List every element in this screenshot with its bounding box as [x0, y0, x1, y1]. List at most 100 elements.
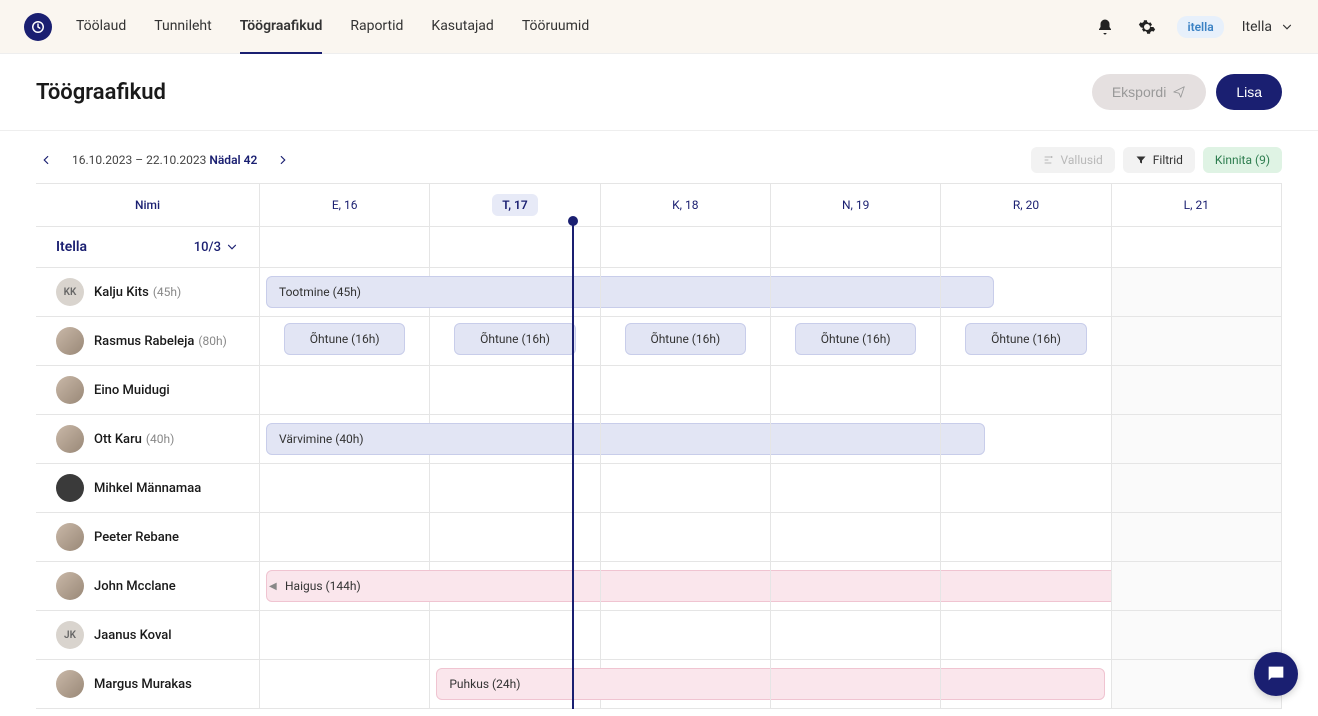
person-name-cell[interactable]: Eino Muidugi — [36, 366, 260, 415]
date-range-text: 16.10.2023 – 22.10.2023 — [72, 153, 206, 167]
shift-block[interactable]: Õhtune (16h) — [625, 323, 746, 355]
day-cell[interactable] — [1112, 464, 1282, 513]
day-cell[interactable] — [1112, 513, 1282, 562]
day-cell[interactable] — [430, 268, 600, 317]
org-name: Itella — [1242, 19, 1272, 35]
nav-item-4[interactable]: Kasutajad — [431, 0, 493, 54]
day-cell[interactable]: Värvimine (40h) — [260, 415, 430, 464]
shift-span-label: Tootmine (45h) — [279, 285, 361, 299]
group-toggle[interactable]: Itella10/3 — [36, 227, 260, 267]
nav-item-0[interactable]: Töölaud — [76, 0, 126, 54]
day-cell[interactable] — [601, 415, 771, 464]
day-cell[interactable] — [771, 660, 941, 709]
day-cell[interactable] — [1112, 366, 1282, 415]
day-cell[interactable] — [1112, 415, 1282, 464]
shift-block[interactable]: Õhtune (16h) — [284, 323, 405, 355]
bell-icon[interactable] — [1093, 15, 1117, 39]
add-button[interactable]: Lisa — [1216, 74, 1282, 110]
day-cell[interactable] — [771, 513, 941, 562]
day-cell[interactable] — [601, 268, 771, 317]
person-name-cell[interactable]: Rasmus Rabeleja(80h) — [36, 317, 260, 366]
day-cell[interactable] — [430, 513, 600, 562]
date-range[interactable]: 16.10.2023 – 22.10.2023 Nädal 42 — [72, 153, 257, 167]
app-logo[interactable] — [24, 13, 52, 41]
day-cell[interactable] — [601, 464, 771, 513]
day-cell[interactable] — [260, 464, 430, 513]
chevron-down-icon — [1280, 20, 1294, 34]
day-cell[interactable] — [771, 562, 941, 611]
day-cell[interactable] — [430, 366, 600, 415]
day-cell[interactable] — [941, 268, 1111, 317]
day-cell[interactable] — [601, 366, 771, 415]
day-cell[interactable] — [941, 464, 1111, 513]
day-cell[interactable] — [771, 415, 941, 464]
confirm-chip[interactable]: Kinnita (9) — [1203, 147, 1282, 173]
day-cell[interactable] — [601, 660, 771, 709]
day-cell[interactable]: Tootmine (45h) — [260, 268, 430, 317]
nav-item-3[interactable]: Raportid — [350, 0, 403, 54]
nav-item-5[interactable]: Tööruumid — [522, 0, 589, 54]
shift-block[interactable]: Õhtune (16h) — [795, 323, 916, 355]
day-cell[interactable] — [1112, 562, 1282, 611]
nav-item-1[interactable]: Tunnileht — [154, 0, 211, 54]
day-cell[interactable]: Puhkus (24h) — [430, 660, 600, 709]
day-cell[interactable]: Õhtune (16h) — [941, 317, 1111, 366]
person-name-cell[interactable]: John Mcclane — [36, 562, 260, 611]
gear-icon[interactable] — [1135, 15, 1159, 39]
export-button[interactable]: Ekspordi — [1092, 74, 1206, 110]
person-name-cell[interactable]: Margus Murakas — [36, 660, 260, 709]
day-cell[interactable] — [430, 611, 600, 660]
day-cell[interactable] — [771, 611, 941, 660]
day-cell[interactable] — [601, 611, 771, 660]
day-cell[interactable] — [941, 366, 1111, 415]
day-cell[interactable] — [260, 513, 430, 562]
day-cell[interactable]: Õhtune (16h) — [430, 317, 600, 366]
avatar — [56, 327, 84, 355]
chat-button[interactable] — [1254, 652, 1298, 696]
person-name-cell[interactable]: JKJaanus Koval — [36, 611, 260, 660]
day-cell[interactable] — [601, 513, 771, 562]
day-cell[interactable] — [601, 562, 771, 611]
person-name: Margus Murakas — [94, 677, 192, 692]
person-name-cell[interactable]: Ott Karu(40h) — [36, 415, 260, 464]
day-cell[interactable]: Õhtune (16h) — [771, 317, 941, 366]
day-cell[interactable]: ◀Haigus (144h)▶ — [260, 562, 430, 611]
person-name-cell[interactable]: Peeter Rebane — [36, 513, 260, 562]
prev-week-button[interactable] — [36, 150, 56, 170]
day-cell[interactable] — [941, 415, 1111, 464]
next-week-button[interactable] — [273, 150, 293, 170]
day-cell[interactable] — [430, 562, 600, 611]
day-cell[interactable] — [1112, 268, 1282, 317]
nav-item-2[interactable]: Töögraafikud — [240, 0, 323, 54]
day-cell[interactable] — [260, 660, 430, 709]
day-cell[interactable] — [260, 366, 430, 415]
org-selector[interactable]: Itella — [1242, 19, 1294, 35]
day-cell[interactable]: Õhtune (16h) — [601, 317, 771, 366]
day-cell[interactable] — [941, 611, 1111, 660]
shift-block[interactable]: Õhtune (16h) — [965, 323, 1086, 355]
header-actions: Ekspordi Lisa — [1092, 74, 1282, 110]
person-name-cell[interactable]: KKKalju Kits(45h) — [36, 268, 260, 317]
day-cell[interactable] — [771, 366, 941, 415]
send-icon — [1172, 85, 1186, 99]
avatar — [56, 572, 84, 600]
day-cell[interactable] — [941, 562, 1111, 611]
day-cell[interactable] — [771, 464, 941, 513]
day-cell[interactable] — [771, 268, 941, 317]
day-cell[interactable] — [430, 415, 600, 464]
day-cell[interactable] — [941, 513, 1111, 562]
day-cell[interactable]: Õhtune (16h) — [260, 317, 430, 366]
day-cell[interactable] — [1112, 611, 1282, 660]
schedule-grid-wrapper: NimiE, 16T, 17K, 18N, 19R, 20L, 21Itella… — [0, 183, 1318, 709]
avatar — [56, 523, 84, 551]
avatar: KK — [56, 278, 84, 306]
day-cell[interactable] — [1112, 317, 1282, 366]
shift-block[interactable]: Õhtune (16h) — [454, 323, 575, 355]
person-name-cell[interactable]: Mihkel Männamaa — [36, 464, 260, 513]
day-cell[interactable] — [941, 660, 1111, 709]
day-cell[interactable] — [260, 611, 430, 660]
page-header: Töögraafikud Ekspordi Lisa — [0, 54, 1318, 131]
day-cell[interactable] — [430, 464, 600, 513]
groups-chip: Vallusid — [1031, 147, 1115, 173]
filters-chip[interactable]: Filtrid — [1123, 147, 1195, 173]
